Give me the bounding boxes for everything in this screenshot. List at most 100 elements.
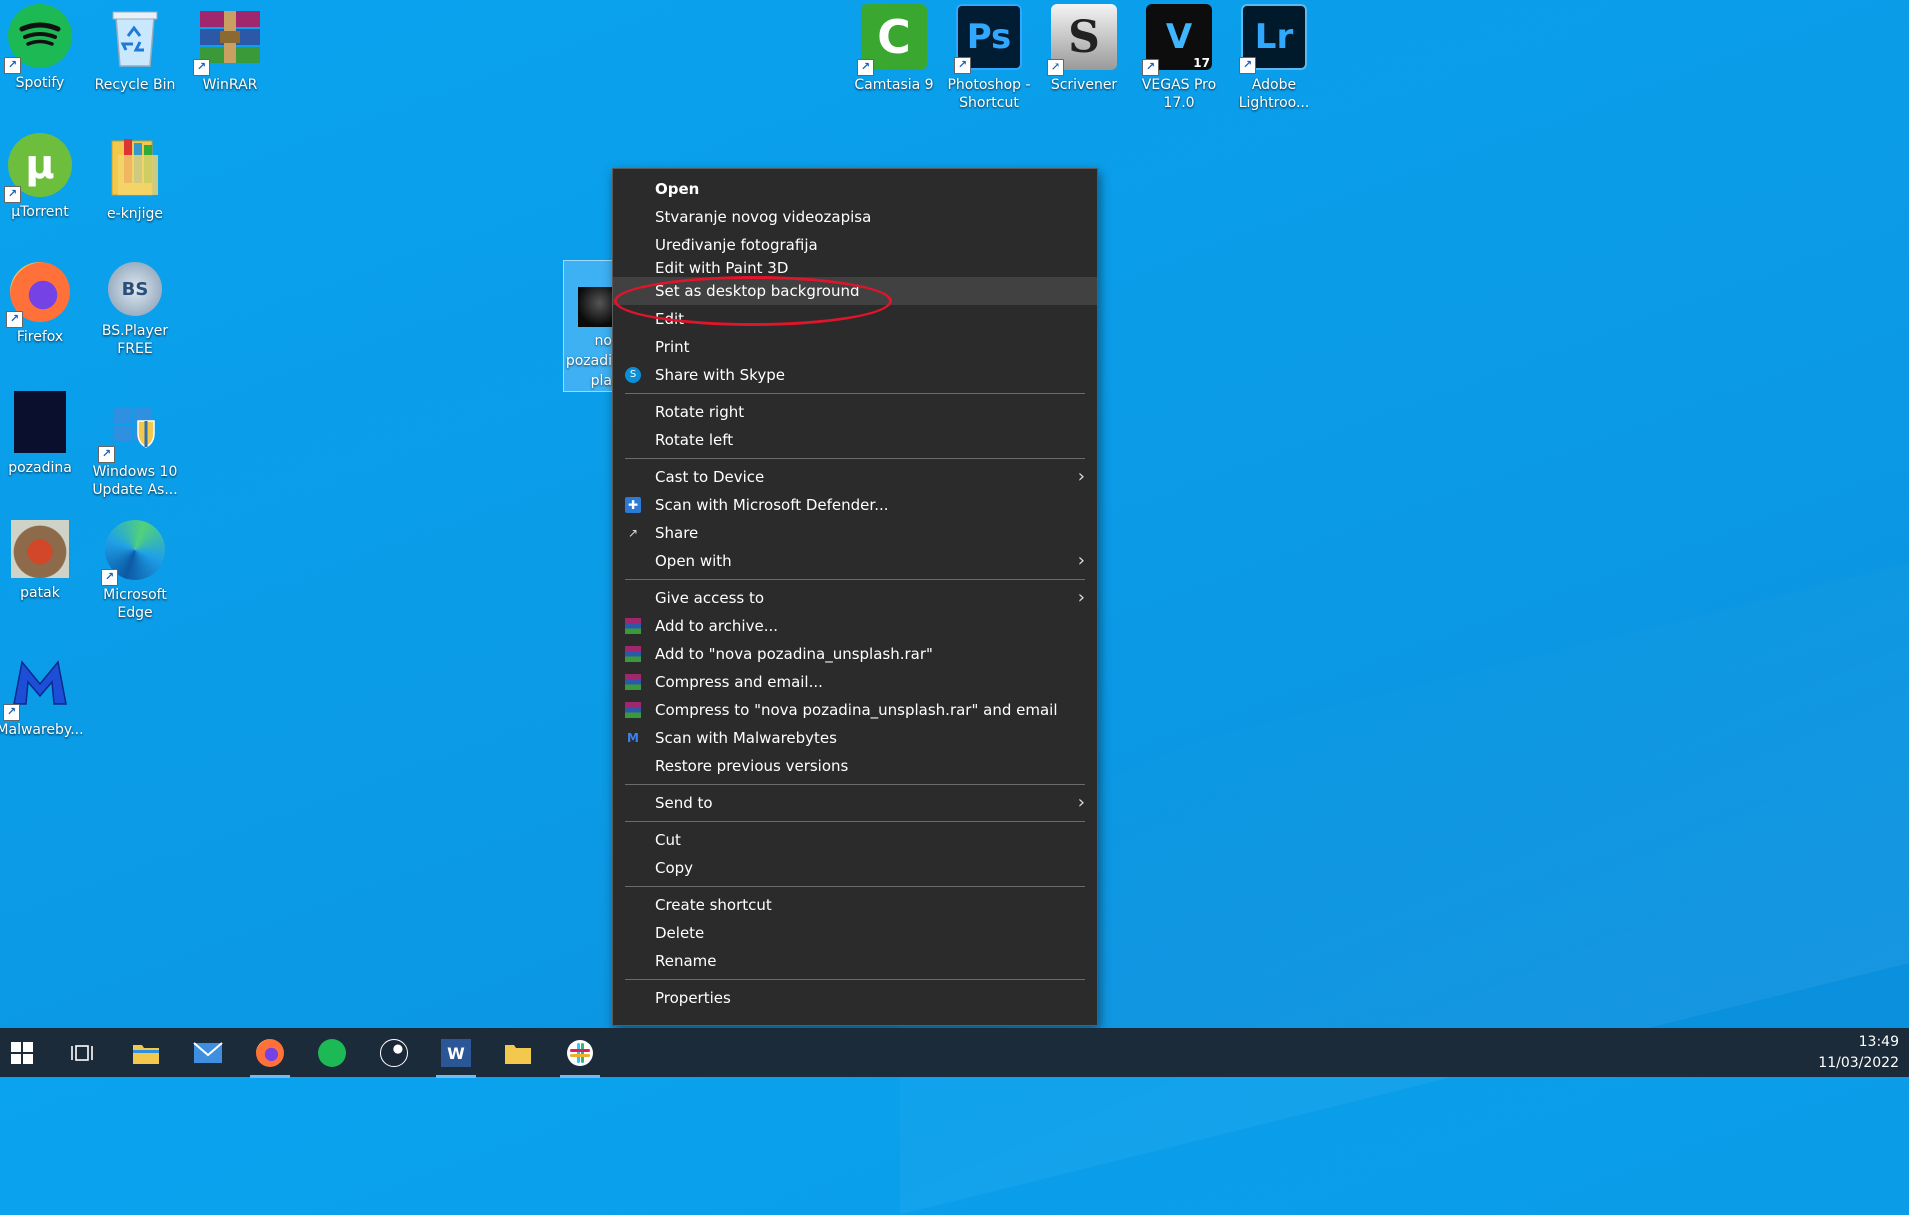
menu-item-new-video[interactable]: Stvaranje novog videozapisa xyxy=(613,203,1097,231)
image-file-icon xyxy=(14,391,66,453)
desktop-icon-eknjige[interactable]: e-knjige xyxy=(90,133,180,223)
shortcut-arrow-icon: ↗ xyxy=(1142,59,1159,76)
icon-label: Malwareby... xyxy=(0,722,84,738)
desktop-icon-lightroom[interactable]: Lr ↗ Adobe Lightroo... xyxy=(1229,4,1319,112)
start-button[interactable] xyxy=(0,1033,44,1073)
system-clock[interactable]: 13:49 11/03/2022 xyxy=(1818,1032,1899,1074)
taskbar-slack[interactable] xyxy=(558,1033,602,1078)
desktop-icon-photoshop[interactable]: Ps ↗ Photoshop - Shortcut xyxy=(944,4,1034,112)
mail-icon xyxy=(193,1042,223,1063)
desktop-icon-camtasia[interactable]: C ↗ Camtasia 9 xyxy=(849,4,939,94)
skype-icon: S xyxy=(625,367,641,383)
desktop-icon-scrivener[interactable]: S ↗ Scrivener xyxy=(1039,4,1129,94)
windows-shield-icon: ↗ xyxy=(98,391,168,463)
menu-item-send-to[interactable]: Send to › xyxy=(613,789,1097,817)
vegas-glyph: V xyxy=(1165,17,1193,57)
desktop-icon-firefox[interactable]: ↗ Firefox xyxy=(0,262,85,346)
taskbar-folder[interactable] xyxy=(496,1033,540,1073)
file-label-line: pla xyxy=(590,373,612,389)
desktop-icon-malwarebytes[interactable]: ↗ Malwareby... xyxy=(0,649,85,739)
icon-label: pozadina xyxy=(8,460,72,476)
menu-item-create-shortcut[interactable]: Create shortcut xyxy=(613,891,1097,919)
menu-item-cast-to-device[interactable]: Cast to Device › xyxy=(613,463,1097,491)
vegas-icon: V 17 ↗ xyxy=(1142,4,1212,76)
menu-item-open-with[interactable]: Open with › xyxy=(613,547,1097,575)
taskbar-word[interactable]: W xyxy=(434,1033,478,1078)
menu-item-rotate-right[interactable]: Rotate right xyxy=(613,398,1097,426)
menu-item-compress-rar-email[interactable]: Compress to "nova pozadina_unsplash.rar"… xyxy=(613,696,1097,724)
menu-separator xyxy=(625,784,1085,785)
malwarebytes-icon: ↗ xyxy=(3,649,73,721)
taskbar-steam[interactable] xyxy=(372,1033,416,1073)
desktop-icon-utorrent[interactable]: µ ↗ µTorrent xyxy=(0,133,85,221)
folder-icon xyxy=(133,1045,159,1064)
desktop-icon-win10update[interactable]: ↗ Windows 10 Update As... xyxy=(90,391,180,499)
menu-item-properties[interactable]: Properties xyxy=(613,984,1097,1012)
desktop-icon-spotify[interactable]: ↗ Spotify xyxy=(0,4,85,92)
menu-item-share-skype[interactable]: S Share with Skype xyxy=(613,361,1097,389)
shortcut-arrow-icon: ↗ xyxy=(1239,57,1256,74)
desktop-icon-vegas[interactable]: V 17 ↗ VEGAS Pro 17.0 xyxy=(1134,4,1224,112)
taskbar: W 13:49 11/03/2022 xyxy=(0,1028,1909,1078)
defender-shield-icon: ✚ xyxy=(625,497,641,513)
taskbar-spotify[interactable] xyxy=(310,1033,354,1073)
menu-item-compress-email[interactable]: Compress and email... xyxy=(613,668,1097,696)
menu-item-edit-paint3d[interactable]: Edit with Paint 3D xyxy=(613,259,1097,277)
photoshop-glyph: Ps xyxy=(966,17,1012,57)
camtasia-icon: C ↗ xyxy=(857,4,927,76)
menu-item-scan-malwarebytes[interactable]: M Scan with Malwarebytes xyxy=(613,724,1097,752)
desktop-icon-pozadina[interactable]: pozadina xyxy=(0,391,85,477)
word-icon: W xyxy=(441,1039,471,1067)
menu-item-rename[interactable]: Rename xyxy=(613,947,1097,975)
malwarebytes-icon: M xyxy=(627,731,639,745)
spotify-icon: ↗ xyxy=(4,4,72,74)
taskbar-mail[interactable] xyxy=(186,1033,230,1073)
desktop-icon-edge[interactable]: ↗ Microsoft Edge xyxy=(90,520,180,622)
menu-item-restore-versions[interactable]: Restore previous versions xyxy=(613,752,1097,780)
task-view-button[interactable] xyxy=(60,1033,104,1073)
menu-item-cut[interactable]: Cut xyxy=(613,826,1097,854)
menu-item-share[interactable]: ↗ Share xyxy=(613,519,1097,547)
chevron-right-icon: › xyxy=(1077,792,1085,813)
taskbar-firefox[interactable] xyxy=(248,1033,292,1078)
edge-icon: ↗ xyxy=(101,520,165,586)
winrar-icon xyxy=(625,702,641,718)
icon-label: e-knjige xyxy=(107,206,163,222)
desktop-icon-recycle-bin[interactable]: Recycle Bin xyxy=(90,4,180,94)
shortcut-arrow-icon: ↗ xyxy=(954,57,971,74)
scrivener-icon: S ↗ xyxy=(1047,4,1117,76)
file-label-line: no xyxy=(594,333,612,349)
menu-separator xyxy=(625,579,1085,580)
menu-item-rotate-left[interactable]: Rotate left xyxy=(613,426,1097,454)
shortcut-arrow-icon: ↗ xyxy=(3,704,20,721)
steam-icon xyxy=(380,1039,408,1067)
menu-item-scan-defender[interactable]: ✚ Scan with Microsoft Defender... xyxy=(613,491,1097,519)
share-icon: ↗ xyxy=(627,526,639,540)
menu-item-delete[interactable]: Delete xyxy=(613,919,1097,947)
shortcut-arrow-icon: ↗ xyxy=(4,186,21,203)
icon-label: Windows 10 Update As... xyxy=(92,464,178,498)
desktop-icon-patak[interactable]: patak xyxy=(0,520,85,602)
photoshop-icon: Ps ↗ xyxy=(954,4,1022,74)
menu-item-add-to-rar[interactable]: Add to "nova pozadina_unsplash.rar" xyxy=(613,640,1097,668)
clock-time: 13:49 xyxy=(1858,1034,1899,1050)
menu-item-give-access[interactable]: Give access to › xyxy=(613,584,1097,612)
menu-item-open[interactable]: Open xyxy=(613,175,1097,203)
recycle-bin-icon xyxy=(102,4,168,70)
menu-item-copy[interactable]: Copy xyxy=(613,854,1097,882)
taskbar-file-explorer[interactable] xyxy=(124,1033,168,1073)
file-label-line: pozadi xyxy=(565,353,612,369)
menu-item-add-to-archive[interactable]: Add to archive... xyxy=(613,612,1097,640)
firefox-icon: ↗ xyxy=(6,262,70,328)
firefox-icon xyxy=(256,1039,284,1067)
selected-file-icon[interactable]: no pozadi pla xyxy=(563,260,614,392)
menu-item-edit-photos[interactable]: Uređivanje fotografija xyxy=(613,231,1097,259)
image-thumbnail xyxy=(578,287,614,327)
menu-separator xyxy=(625,393,1085,394)
desktop-icon-bsplayer[interactable]: BS BS.Player FREE xyxy=(90,262,180,358)
shortcut-arrow-icon: ↗ xyxy=(4,57,21,74)
menu-separator xyxy=(625,979,1085,980)
menu-item-print[interactable]: Print xyxy=(613,333,1097,361)
icon-label: patak xyxy=(20,585,60,601)
desktop-icon-winrar[interactable]: ↗ WinRAR xyxy=(185,4,275,94)
